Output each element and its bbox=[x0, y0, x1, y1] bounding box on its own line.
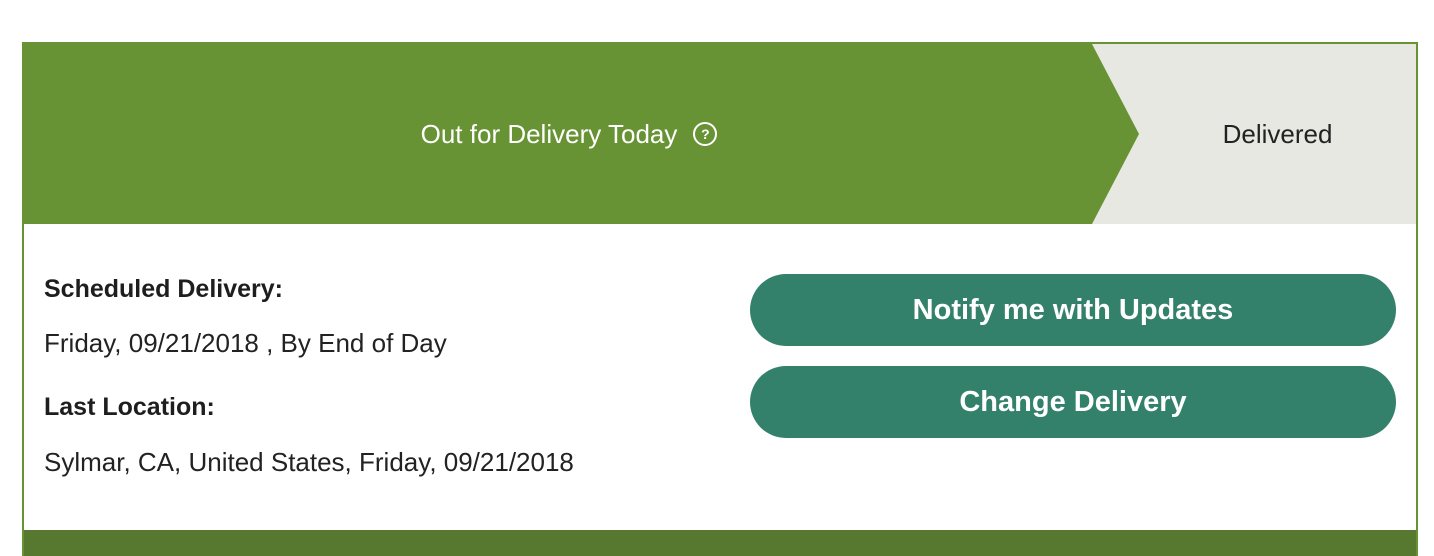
card-bottom-bar bbox=[24, 530, 1416, 556]
progress-step-current-content: Out for Delivery Today ? bbox=[24, 44, 1114, 224]
change-delivery-button[interactable]: Change Delivery bbox=[750, 366, 1396, 438]
progress-step-delivered-label: Delivered bbox=[1222, 118, 1333, 149]
notify-updates-button[interactable]: Notify me with Updates bbox=[750, 274, 1396, 346]
progress-step-current-label: Out for Delivery Today bbox=[420, 118, 678, 149]
progress-step-delivered: Delivered bbox=[1139, 44, 1416, 224]
delivery-progress-bar: Out for Delivery Today ? Delivered bbox=[24, 44, 1416, 224]
scheduled-delivery-value: Friday, 09/21/2018 , By End of Day bbox=[44, 328, 447, 358]
delivery-status-card: Out for Delivery Today ? Delivered Sched… bbox=[22, 42, 1418, 556]
last-location-value: Sylmar, CA, United States, Friday, 09/21… bbox=[44, 447, 574, 477]
scheduled-delivery-label: Scheduled Delivery: bbox=[44, 275, 283, 303]
progress-step-current: Out for Delivery Today ? bbox=[24, 44, 1139, 224]
question-circle-icon[interactable]: ? bbox=[693, 122, 718, 146]
last-location-label: Last Location: bbox=[44, 393, 215, 421]
